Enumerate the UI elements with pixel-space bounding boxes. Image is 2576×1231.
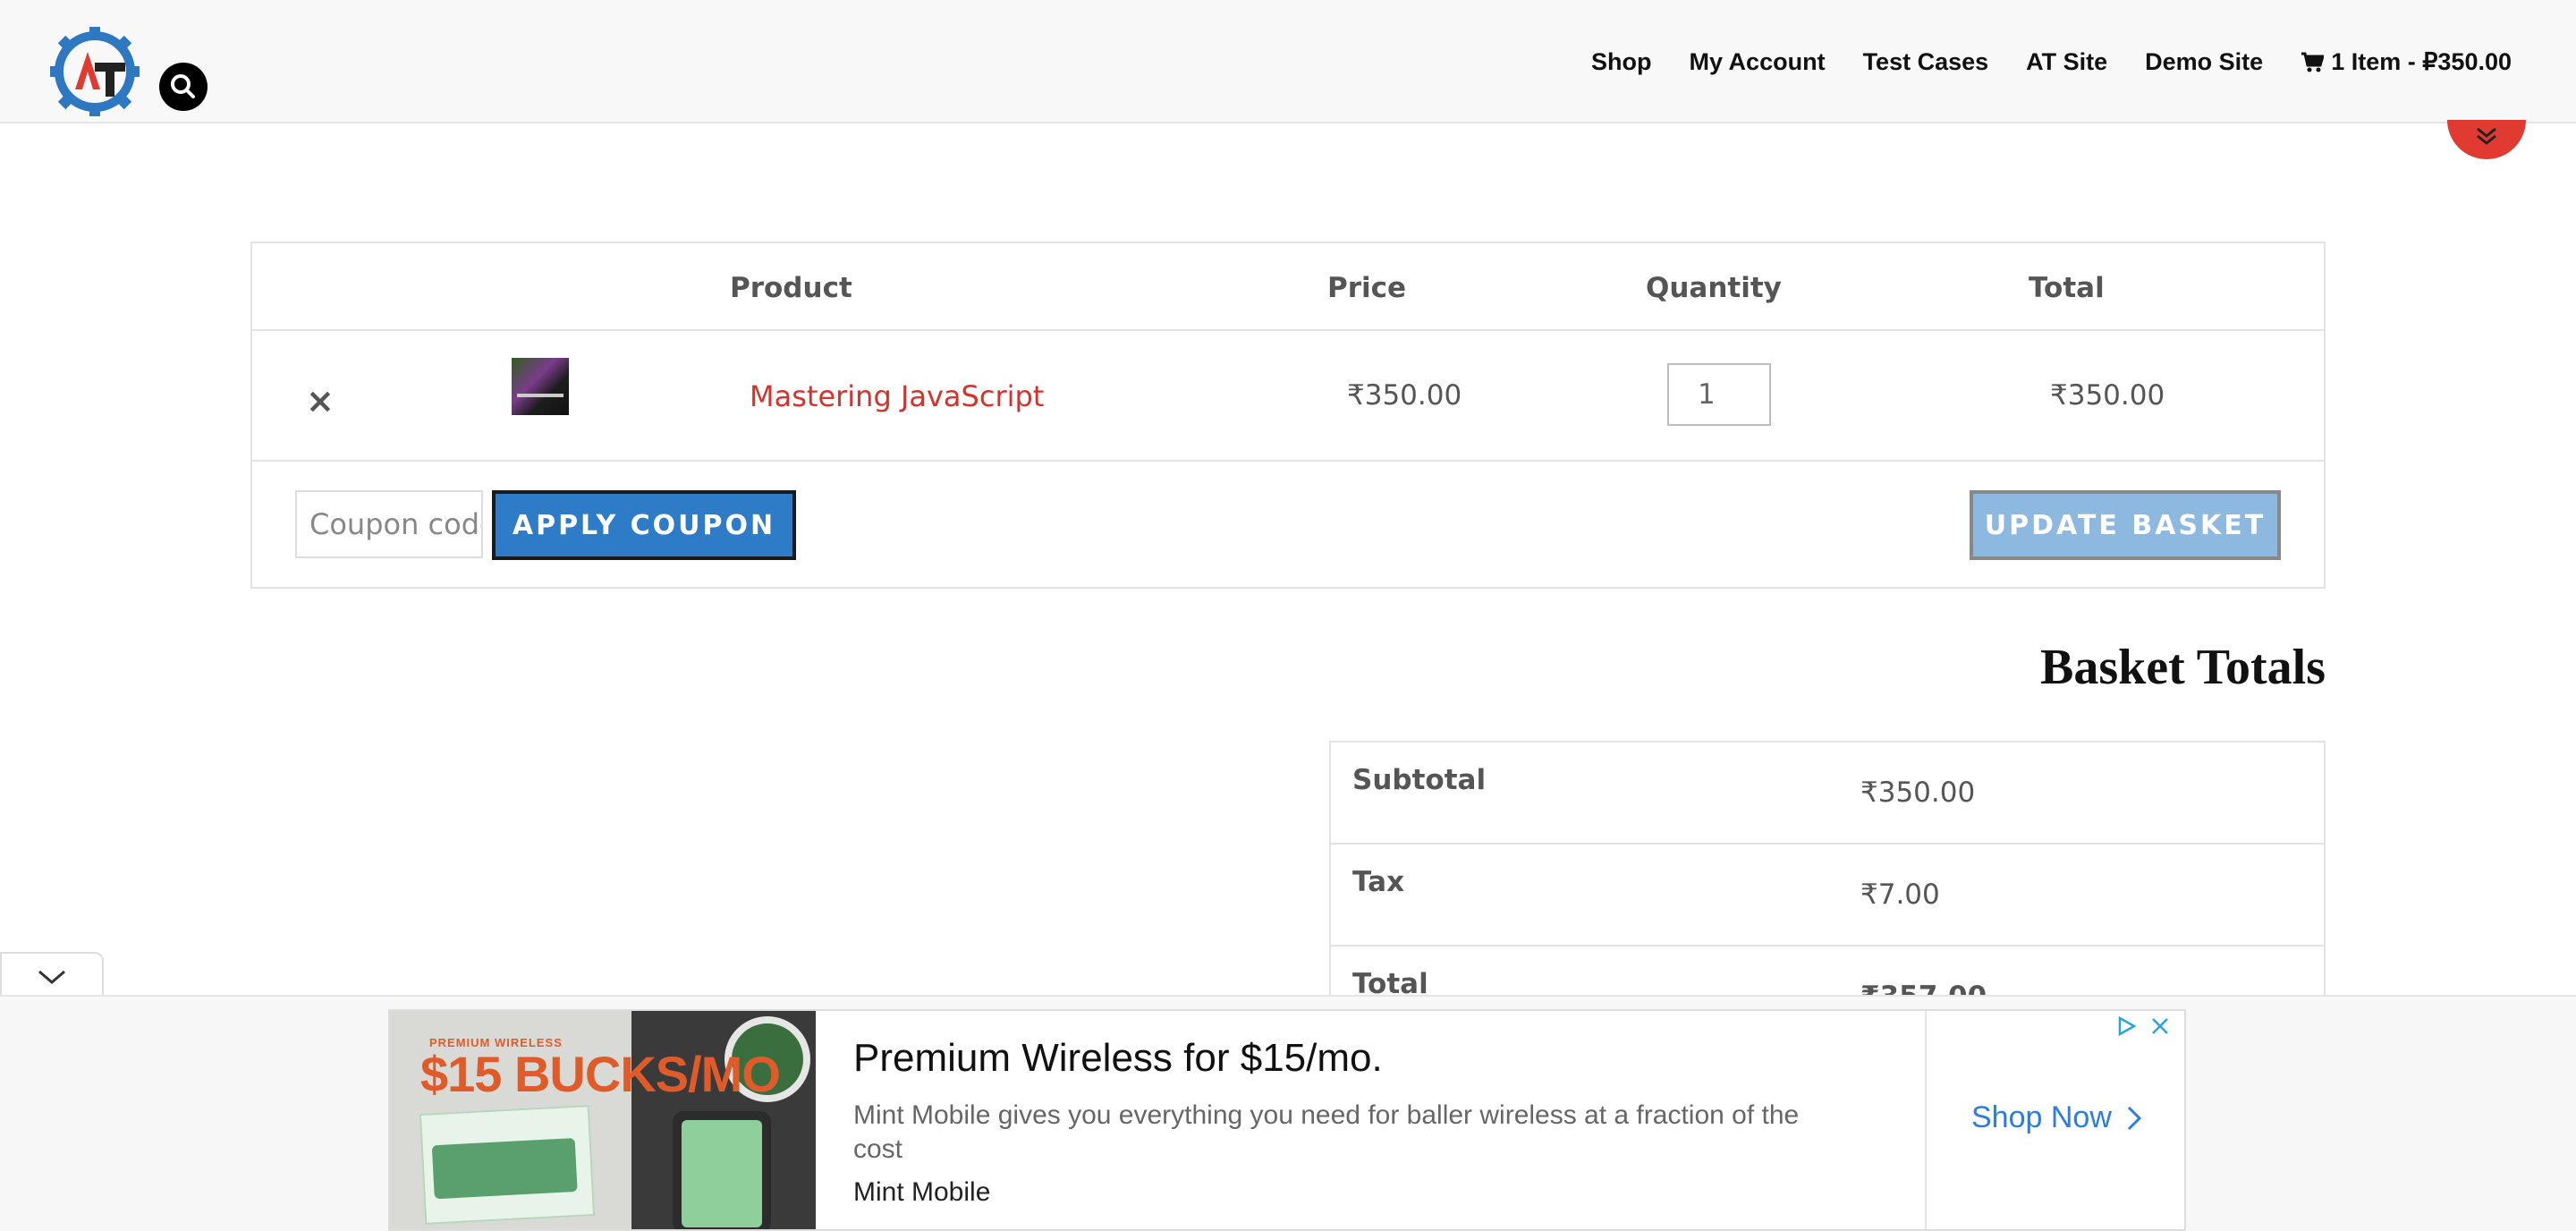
header-total: Total [2029,272,2105,304]
site-header: Shop My Account Test Cases AT Site Demo … [0,0,2576,123]
shop-now-button[interactable]: Shop Now [1971,1100,2142,1135]
nav-demo-site[interactable]: Demo Site [2145,48,2263,76]
search-icon [171,74,195,98]
close-icon[interactable] [2148,1015,2172,1038]
adchoices-icon[interactable] [2114,1015,2138,1038]
ad-headline[interactable]: Premium Wireless for $15/mo. [853,1036,1383,1081]
basket-totals-title: Basket Totals [2040,640,2326,695]
product-price: ₹350.00 [1347,379,1462,412]
ad-body: Mint Mobile gives you everything you nee… [853,1100,1800,1164]
apply-coupon-button[interactable]: APPLY COUPON [492,490,796,560]
ad-controls [2114,1015,2172,1038]
shop-now-label: Shop Now [1971,1100,2112,1134]
ad-image-card [419,1105,596,1225]
totals-table: Subtotal ₹350.00 Tax ₹7.00 Total ₹357.00 [1329,741,2326,1000]
tax-label: Tax [1352,866,1405,898]
remove-item-button[interactable]: × [306,381,335,420]
ad-bar: PREMIUM WIRELESS $15 BUCKS/MO Premium Wi… [0,995,2576,1231]
nav-shop[interactable]: Shop [1591,48,1652,76]
header-price: Price [1327,272,1407,304]
main-nav: Shop My Account Test Cases AT Site Demo … [1591,48,2512,76]
cart-table: Product Price Quantity Total × Mastering… [250,242,2326,589]
ad-image[interactable]: PREMIUM WIRELESS $15 BUCKS/MO [390,1011,816,1229]
ad-image-price: $15 BUCKS/MO [420,1046,781,1102]
cart-summary: 1 Item - ₽350.00 [2331,48,2512,75]
product-link[interactable]: Mastering JavaScript [750,379,1044,413]
cart-icon [2301,52,2325,72]
header-quantity: Quantity [1646,272,1782,304]
ad-divider [1925,1011,1927,1229]
subtotal-label: Subtotal [1352,764,1487,796]
gear-logo-icon[interactable] [48,25,147,120]
quantity-value: 1 [1698,378,1716,411]
divider [252,460,2324,462]
tax-value: ₹7.00 [1860,879,1940,911]
ad-brand: Mint Mobile [853,1177,991,1207]
update-basket-button[interactable]: UPDATE BASKET [1970,490,2281,560]
nav-my-account[interactable]: My Account [1690,48,1826,76]
nav-at-site[interactable]: AT Site [2026,48,2107,76]
totals-row-tax: Tax ₹7.00 [1331,845,2324,947]
subtotal-value: ₹350.00 [1860,777,1976,809]
coupon-input[interactable]: Coupon code [295,490,483,558]
product-thumbnail[interactable] [512,358,569,415]
header-product: Product [730,272,852,304]
quantity-input[interactable]: 1 [1667,363,1771,426]
coupon-placeholder: Coupon code [309,507,483,541]
scroll-down-button[interactable] [2447,120,2526,159]
nav-cart[interactable]: 1 Item - ₽350.00 [2301,48,2512,76]
chevron-right-icon [2127,1106,2141,1130]
totals-row-total: Total ₹357.00 [1331,947,2324,1000]
search-button[interactable] [159,63,208,111]
product-total: ₹350.00 [2050,379,2165,412]
ad-image-phone [673,1111,771,1229]
nav-test-cases[interactable]: Test Cases [1863,48,1989,76]
totals-row-subtotal: Subtotal ₹350.00 [1331,743,2324,845]
ad-banner[interactable]: PREMIUM WIRELESS $15 BUCKS/MO Premium Wi… [388,1009,2186,1231]
chevron-down-icon [38,970,65,984]
ad-collapse-tab[interactable] [0,952,104,998]
divider [252,329,2324,331]
double-chevron-down-icon [2477,127,2496,145]
